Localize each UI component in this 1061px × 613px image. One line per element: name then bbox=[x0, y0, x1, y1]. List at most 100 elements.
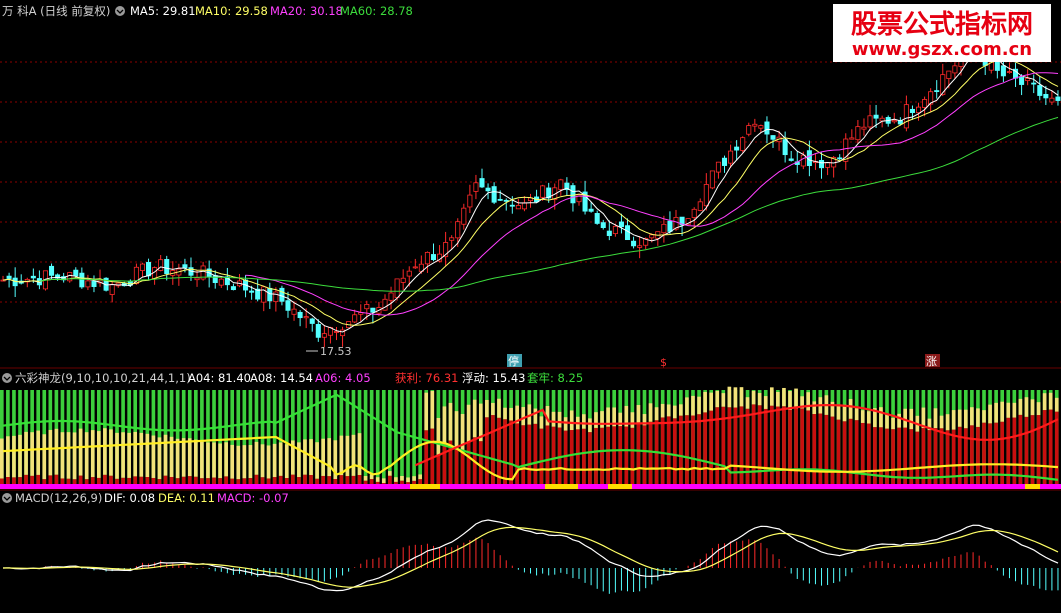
candle-body bbox=[709, 170, 715, 189]
indicator-yellow-bar bbox=[442, 406, 447, 445]
ma5-label: MA5: 29.81 bbox=[130, 4, 196, 18]
indicator-yellow-bar bbox=[254, 441, 259, 475]
candle-body bbox=[273, 291, 279, 303]
indicator-yellow-bar bbox=[230, 444, 235, 479]
indicator-red-bar bbox=[527, 424, 532, 484]
indicator-red-bar bbox=[521, 425, 526, 484]
candle-body bbox=[6, 275, 12, 279]
indicator-red-bar bbox=[1042, 410, 1047, 484]
indicator-strip-yellow bbox=[545, 484, 578, 489]
candle-body bbox=[594, 213, 600, 224]
indicator-red-bar bbox=[303, 474, 307, 484]
candle-body bbox=[479, 178, 485, 188]
indicator-red-bar bbox=[582, 428, 586, 484]
indicator-yellow-bar bbox=[685, 397, 689, 416]
indicator-red-bar bbox=[127, 477, 131, 484]
candle-body bbox=[746, 125, 752, 135]
low-price-label: 17.53 bbox=[320, 345, 352, 358]
indicator-red-bar bbox=[927, 430, 932, 484]
indicator-red-bar bbox=[557, 427, 562, 484]
indicator-red-bar bbox=[842, 421, 847, 484]
indicator-red-bar bbox=[794, 408, 798, 484]
candle-body bbox=[485, 187, 491, 192]
chevron-down-icon[interactable] bbox=[115, 6, 125, 16]
indicator-red-bar bbox=[648, 421, 653, 484]
indicator-red-bar bbox=[339, 475, 344, 484]
candle-body bbox=[139, 263, 145, 271]
indicator-red-bar bbox=[169, 476, 174, 484]
indicator-red-bar bbox=[6, 477, 10, 484]
indicator-yellow-bar bbox=[879, 407, 883, 428]
indicator-yellow-bar bbox=[897, 413, 901, 428]
indicator-yellow-bar bbox=[248, 445, 253, 479]
indicator-red-bar bbox=[145, 477, 150, 484]
indicator-red-bar bbox=[0, 478, 4, 484]
indicator-red-bar bbox=[691, 415, 695, 484]
indicator-red-bar bbox=[600, 427, 604, 484]
indicator-yellow-bar bbox=[551, 411, 556, 427]
indicator-yellow-bar bbox=[945, 414, 950, 431]
indicator-red-bar bbox=[278, 475, 283, 484]
ma10-label: MA10: 29.58 bbox=[195, 4, 268, 18]
indicator-yellow-bar bbox=[206, 442, 210, 479]
candle-body bbox=[873, 114, 879, 119]
candle-body bbox=[825, 162, 831, 168]
indicator-yellow-bar bbox=[1018, 398, 1023, 415]
indicator-red-bar bbox=[66, 478, 71, 484]
candle-body bbox=[400, 277, 406, 283]
candle-body bbox=[352, 314, 358, 323]
indicator-red-bar bbox=[545, 425, 550, 484]
indicator-yellow-bar bbox=[842, 404, 847, 422]
indicator-red-bar bbox=[97, 477, 101, 484]
indicator-yellow-bar bbox=[751, 390, 756, 405]
candle-body bbox=[752, 123, 758, 127]
indicator-yellow-bar bbox=[739, 387, 744, 407]
indicator-red-bar bbox=[1024, 416, 1029, 484]
indicator-green-bar bbox=[394, 390, 398, 484]
indicator-yellow-bar bbox=[1048, 392, 1053, 410]
indicator-yellow-bar bbox=[266, 445, 271, 479]
indicator-yellow-bar bbox=[454, 411, 459, 449]
candle-body bbox=[728, 150, 734, 164]
indicator-yellow-bar bbox=[963, 409, 968, 429]
indicator-yellow-bar bbox=[982, 410, 986, 423]
candle-body bbox=[430, 254, 437, 261]
indicator-strip-yellow bbox=[608, 484, 632, 489]
indicator-red-bar bbox=[230, 478, 235, 484]
candle-body bbox=[1037, 85, 1043, 96]
indicator-yellow-bar bbox=[194, 439, 198, 477]
chevron-down-icon[interactable] bbox=[2, 493, 12, 503]
candle-body bbox=[837, 157, 843, 160]
candle-body bbox=[194, 277, 200, 281]
profit-label: 获利: 76.31 bbox=[395, 371, 458, 385]
indicator-red-bar bbox=[685, 415, 689, 484]
indicator-red-bar bbox=[424, 430, 429, 484]
indicator-yellow-bar bbox=[133, 431, 138, 477]
indicator-red-bar bbox=[291, 474, 295, 484]
a06-label: A06: 4.05 bbox=[315, 371, 371, 385]
candle-body bbox=[631, 240, 637, 247]
indicator-yellow-bar bbox=[509, 407, 513, 421]
indicator-title: 六彩神龙(9,10,10,10,21,44,1,1) bbox=[15, 371, 191, 385]
indicator-yellow-bar bbox=[727, 386, 732, 408]
indicator-yellow-bar bbox=[836, 404, 841, 420]
indicator-yellow-bar bbox=[709, 392, 713, 411]
indicator-yellow-bar bbox=[957, 409, 962, 427]
indicator-yellow-bar bbox=[1054, 397, 1059, 412]
chevron-down-icon[interactable] bbox=[2, 373, 12, 383]
indicator-yellow-bar bbox=[42, 434, 47, 480]
indicator-yellow-bar bbox=[654, 407, 659, 421]
indicator-red-bar bbox=[1030, 415, 1035, 484]
indicator-red-bar bbox=[133, 476, 138, 484]
rise-marker-label: 涨 bbox=[926, 355, 937, 368]
indicator-yellow-bar bbox=[1024, 397, 1029, 417]
candle-body bbox=[315, 324, 321, 338]
indicator-yellow-bar bbox=[363, 476, 368, 481]
indicator-yellow-bar bbox=[109, 429, 113, 476]
indicator-yellow-bar bbox=[466, 404, 471, 443]
indicator-yellow-bar bbox=[672, 405, 677, 419]
dividend-marker[interactable]: $ bbox=[660, 356, 667, 369]
indicator-red-bar bbox=[679, 415, 683, 484]
indicator-yellow-bar bbox=[381, 478, 386, 484]
candle-body bbox=[800, 154, 806, 167]
